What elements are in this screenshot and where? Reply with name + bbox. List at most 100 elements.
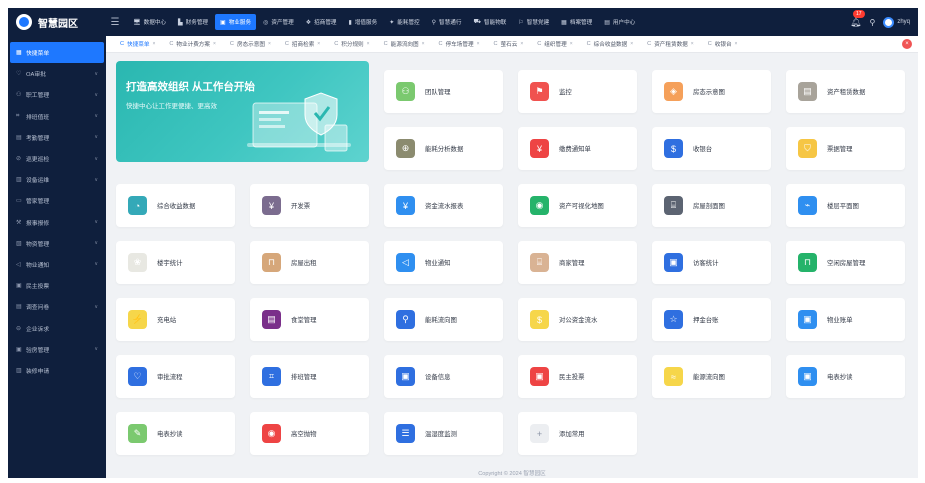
shortcut-tile[interactable]: ≈ 能源流向图 [652,355,771,398]
shortcut-tile[interactable]: ♡ 审批流程 [116,355,235,398]
sidebar-item[interactable]: ⊖ 企业诉求 [8,317,106,338]
sidebar-item[interactable]: ▦ 快捷菜单 [10,42,104,64]
shortcut-tile[interactable]: ◈ 房态示意图 [652,70,771,113]
shortcut-tile[interactable]: ◉ 资产可视化地图 [518,184,637,227]
shortcut-tile[interactable]: ▣ 民主投票 [518,355,637,398]
main-content: 打造高效组织 从工作台开始 快捷中心让工作更便捷、更高效 Copyright ©… [106,53,918,478]
shortcut-tile[interactable]: ⊓ 房屋出租 [250,241,369,284]
sidebar-item[interactable]: ⊘ 巡更巡检 ∨ [8,148,106,169]
shortcut-tile[interactable]: ⌗ 排班管理 [250,355,369,398]
wrench-icon: ⚒ [16,219,22,226]
top-nav-item[interactable]: ⚲ 智慧通行 [427,14,467,30]
shortcut-tile[interactable]: ⊕ 能耗分析数据 [384,127,503,170]
shortcut-tile[interactable]: ⚲ 能耗流向图 [384,298,503,341]
close-icon[interactable]: × [520,41,523,47]
shortcut-tile[interactable]: ☆ 押金台账 [652,298,771,341]
shortcut-tile[interactable]: ❀ 楼宇统计 [116,241,235,284]
sidebar-item[interactable]: ▣ 验房管理 ∨ [8,339,106,360]
shortcut-tile[interactable]: ⚇ 团队管理 [384,70,503,113]
tab[interactable]: C 快捷菜单 × [116,40,159,48]
tab[interactable]: C 综合收益数据 × [583,40,638,48]
close-icon[interactable]: × [317,41,320,47]
close-icon[interactable]: × [570,41,573,47]
sidebar-item[interactable]: ▤ 调查问卷 ∨ [8,296,106,317]
shortcut-tile[interactable]: ¥ 缴费通知单 [518,127,637,170]
top-nav-item[interactable]: ▮ 增值服务 [344,14,383,30]
heart-icon: ♡ [16,71,22,78]
close-icon[interactable]: × [477,41,480,47]
tab[interactable]: C 积分规则 × [330,40,373,48]
logo[interactable]: 智慧园区 [8,8,106,36]
tab[interactable]: C 能源流向图 × [380,40,429,48]
shortcut-tile[interactable]: ▣ 电表抄读 [786,355,905,398]
car-icon: ⛟ [473,19,481,25]
sidebar-item[interactable]: ⌗ 排班值班 ∨ [8,106,106,127]
sidebar-item[interactable]: ▥ 装修申请 [8,360,106,381]
shortcut-tile[interactable]: ▣ 设备信息 [384,355,503,398]
shortcut-tile[interactable]: ▣ 物业账单 [786,298,905,341]
sidebar-item[interactable]: ⚒ 报事报修 ∨ [8,212,106,233]
close-icon[interactable]: × [367,41,370,47]
shortcut-tile[interactable]: ⌸ 房屋剖面图 [652,184,771,227]
shortcut-tile[interactable]: ◉ 高空抛物 [250,412,369,455]
app-window: 智慧园区 ☰ 🖥 数据中心 ▙ 财务管理 ▣ 物业服务 ◎ 资产管理 ❖ 招商管理 ▮ 增值服务 ✦ 能耗… [8,8,918,478]
shortcut-tile[interactable]: ¥ 开发票 [250,184,369,227]
shortcut-tile[interactable]: $ 对公资金流水 [518,298,637,341]
close-icon[interactable]: × [735,41,738,47]
shortcut-tile[interactable]: ⛉ 票据管理 [786,127,905,170]
tab[interactable]: C 资产租赁数据 × [643,40,698,48]
top-nav-item[interactable]: ⛟ 智能物联 [468,14,511,30]
tab[interactable]: C 停车场管理 × [435,40,484,48]
top-nav-item[interactable]: ⚐ 智慧党建 [513,14,554,30]
sidebar-item[interactable]: ▤ 考勤管理 ∨ [8,127,106,148]
tab[interactable]: C 物业计费方案 × [165,40,220,48]
top-nav-item[interactable]: ✦ 能耗管控 [384,14,424,30]
top-nav-item[interactable]: 🖥 数据中心 [128,14,171,30]
shortcut-tile[interactable]: ⌁ 楼层平面图 [786,184,905,227]
shortcut-tile[interactable]: ✎ 电表抄读 [116,412,235,455]
close-icon[interactable]: × [630,41,633,47]
sidebar-item[interactable]: ◁ 物业通知 ∨ [8,254,106,275]
top-nav-item[interactable]: ▣ 物业服务 [215,14,257,30]
top-nav-item[interactable]: ▦ 档案管理 [556,14,597,30]
top-nav-item[interactable]: ◎ 资产管理 [258,14,299,30]
shortcut-tile[interactable]: ☰ 温湿度监测 [384,412,503,455]
tab[interactable]: C 房态示意图 × [226,40,275,48]
user-menu[interactable]: zhyq [883,16,910,28]
shortcut-tile[interactable]: ⚡ 充电站 [116,298,235,341]
sidebar-item[interactable]: ▥ 设备运维 ∨ [8,169,106,190]
shortcut-tile[interactable]: ◔ 综合收益数据 [116,184,235,227]
sidebar-item[interactable]: ▭ 管家管理 [8,190,106,211]
shortcut-tile[interactable]: ▤ 食堂管理 [250,298,369,341]
shortcut-tile[interactable]: ▤ 资产租赁数据 [786,70,905,113]
shortcut-tile[interactable]: ⊓ 空闲房屋管理 [786,241,905,284]
top-nav-item[interactable]: ▙ 财务管理 [173,14,213,30]
close-icon[interactable]: × [213,41,216,47]
shortcut-tile[interactable]: ▣ 访客统计 [652,241,771,284]
shortcut-tile[interactable]: ◁ 物业通知 [384,241,503,284]
shortcut-tile[interactable]: + 添加常用 [518,412,637,455]
sidebar-item[interactable]: ▧ 物资管理 ∨ [8,233,106,254]
top-nav-item[interactable]: ▤ 用户中心 [599,14,640,30]
tab[interactable]: C 收银台 × [704,40,742,48]
close-icon[interactable]: × [268,41,271,47]
tab[interactable]: C 招商检索 × [281,40,324,48]
shortcut-tile[interactable]: ⚑ 监控 [518,70,637,113]
top-nav-item[interactable]: ❖ 招商管理 [301,14,342,30]
close-all-tabs-icon[interactable]: × [902,39,912,49]
close-icon[interactable]: × [691,41,694,47]
tab[interactable]: C 组织管理 × [533,40,576,48]
sidebar-item[interactable]: ▣ 民主投票 [8,275,106,296]
sidebar-item[interactable]: ⚇ 职工管理 ∨ [8,84,106,105]
refresh-icon: C [438,41,443,47]
search-icon[interactable]: ⚲ [869,18,875,27]
shortcut-tile[interactable]: $ 收银台 [652,127,771,170]
tab[interactable]: C 萤石云 × [489,40,527,48]
close-icon[interactable]: × [422,41,425,47]
shortcut-tile[interactable]: ¥ 资金流水报表 [384,184,503,227]
bell-icon[interactable]: 🔔︎ 17 [850,9,865,28]
sidebar-item[interactable]: ♡ OA审批 ∨ [8,63,106,84]
menu-toggle-icon[interactable]: ☰ [106,17,124,28]
shortcut-tile[interactable]: ⌸ 商家管理 [518,241,637,284]
close-icon[interactable]: × [152,41,155,47]
